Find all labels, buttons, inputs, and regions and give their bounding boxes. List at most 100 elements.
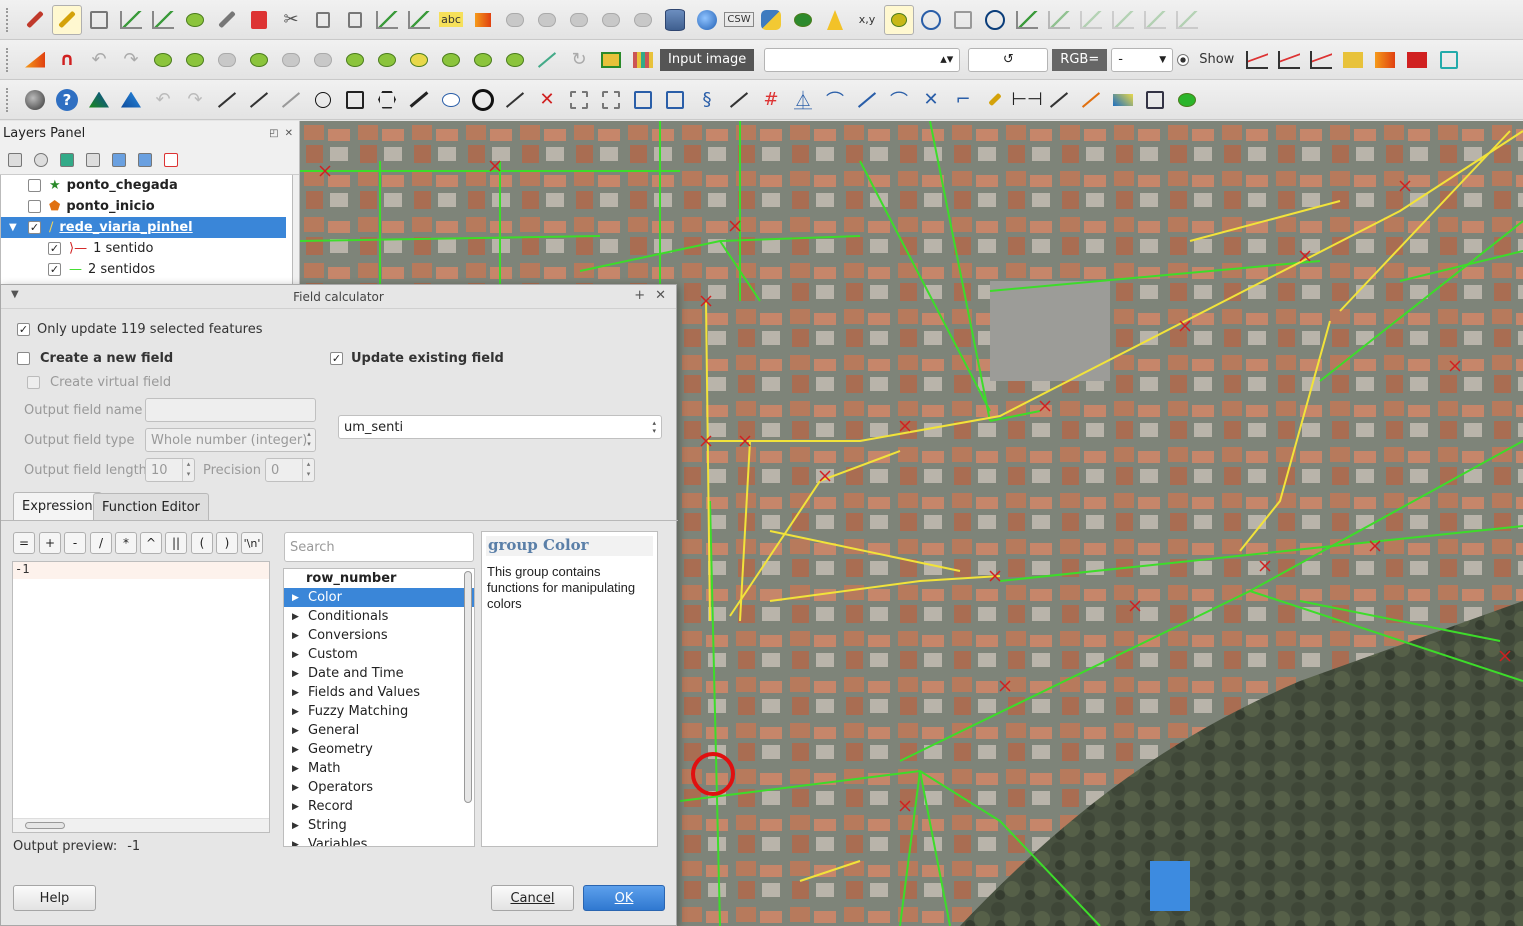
expand-arrow-icon[interactable]: ▶: [292, 593, 308, 603]
rotate-symbol-icon[interactable]: [500, 45, 530, 75]
label-edit-icon[interactable]: [628, 5, 658, 35]
redo-grey-icon[interactable]: ↷: [180, 85, 210, 115]
remove-layer-icon[interactable]: [164, 152, 178, 167]
tab-function-editor[interactable]: Function Editor: [93, 493, 209, 520]
tree-item-variables[interactable]: ▶ Variables: [284, 835, 474, 847]
layer-row-rede-viaria[interactable]: ▼ ✓ ∕ rede_viaria_pinhel: [1, 217, 286, 238]
image-combo[interactable]: ▴▾: [764, 47, 961, 72]
undo-icon[interactable]: ↶: [84, 45, 114, 75]
tree-item-operators[interactable]: ▶ Operators: [284, 778, 474, 797]
tree-item-record[interactable]: ▶ Record: [284, 797, 474, 816]
label-change-icon[interactable]: [596, 5, 626, 35]
tool-icon-6[interactable]: [1172, 5, 1202, 35]
corner-icon[interactable]: ⌐: [948, 85, 978, 115]
function-tree[interactable]: row_number ▶ Color ▶ Conditionals ▶ Convers…: [283, 568, 475, 847]
toggle-editing-icon[interactable]: [52, 4, 82, 35]
measure-icon[interactable]: ⊢⊣: [1011, 85, 1042, 115]
layer-row-ponto-chegada[interactable]: ★ ponto_chegada: [1, 175, 292, 196]
add-feature-icon[interactable]: [148, 5, 178, 35]
tree-item-general[interactable]: ▶ General: [284, 721, 474, 740]
copy-features-icon[interactable]: [308, 5, 338, 35]
move-feature-icon[interactable]: [180, 5, 210, 35]
reshape-icon[interactable]: [308, 45, 338, 75]
tree-scrollbar[interactable]: [464, 571, 472, 803]
label-tool2-icon[interactable]: [404, 5, 434, 35]
node-tool-icon[interactable]: [212, 5, 242, 35]
tree-item-conversions[interactable]: ▶ Conversions: [284, 626, 474, 645]
expand-arrow-icon[interactable]: ▶: [292, 612, 308, 622]
expand-arrow-icon[interactable]: ▶: [292, 669, 308, 679]
op-equals-button[interactable]: =: [13, 532, 35, 554]
save-edits-icon[interactable]: [84, 5, 114, 35]
tool-icon-1[interactable]: [1012, 5, 1042, 35]
collapse-all-icon[interactable]: [138, 152, 152, 167]
profile-icon-2[interactable]: [1274, 45, 1304, 75]
layer-row-ponto-inicio[interactable]: ⬟ ponto_inicio: [1, 196, 292, 217]
move-icon[interactable]: [564, 85, 594, 115]
tree-item-geometry[interactable]: ▶ Geometry: [284, 740, 474, 759]
update-existing-checkbox[interactable]: ✓: [330, 352, 343, 365]
csw-icon[interactable]: CSW: [724, 5, 754, 35]
cancel-button[interactable]: Cancel: [491, 885, 574, 911]
tool-icon-4[interactable]: [1108, 5, 1138, 35]
eraser-icon[interactable]: [1108, 85, 1138, 115]
expand-arrow-icon[interactable]: ▶: [292, 764, 308, 774]
op-minus-button[interactable]: -: [64, 532, 86, 554]
maximize-icon[interactable]: +: [634, 288, 645, 303]
globe-icon[interactable]: [692, 5, 722, 35]
fillet-icon[interactable]: ✕: [916, 85, 946, 115]
label-rotate-icon[interactable]: [564, 5, 594, 35]
tab-expression[interactable]: Expression: [13, 492, 102, 520]
edit-orange-icon[interactable]: [1076, 85, 1106, 115]
scale-icon[interactable]: [628, 85, 658, 115]
tree-item-conditionals[interactable]: ▶ Conditionals: [284, 607, 474, 626]
mirror-icon[interactable]: ⏅: [788, 85, 818, 115]
segment-icon[interactable]: [852, 85, 882, 115]
close-icon[interactable]: ✕: [285, 128, 293, 139]
op-power-button[interactable]: ^: [140, 532, 162, 554]
tool-icon-2[interactable]: [1044, 5, 1074, 35]
label-pin-icon[interactable]: [468, 5, 498, 35]
visibility-icon[interactable]: [34, 152, 48, 167]
paste-features-icon[interactable]: [340, 5, 370, 35]
arc2-icon[interactable]: ⌒: [884, 85, 914, 115]
tree-item-date-time[interactable]: ▶ Date and Time: [284, 664, 474, 683]
network-icon[interactable]: [948, 5, 978, 35]
current-edits-icon[interactable]: [20, 5, 50, 35]
refresh-button[interactable]: ↺: [968, 47, 1049, 72]
op-divide-button[interactable]: /: [90, 532, 112, 554]
expand-arrow-icon[interactable]: ▶: [292, 840, 308, 847]
add-part-icon[interactable]: [180, 45, 210, 75]
grid-icon[interactable]: [1434, 45, 1464, 75]
expression-editor[interactable]: -1: [12, 561, 270, 833]
arrow-red-icon[interactable]: [1402, 45, 1432, 75]
tree-item-fields-values[interactable]: ▶ Fields and Values: [284, 683, 474, 702]
pencil-icon[interactable]: [404, 85, 434, 115]
show-radio[interactable]: [1175, 45, 1191, 75]
expand-arrow-icon[interactable]: ▶: [292, 802, 308, 812]
merge-icon[interactable]: [404, 45, 434, 75]
arrow-right-icon[interactable]: [1370, 45, 1400, 75]
rgb-combo[interactable]: - ▼: [1111, 47, 1174, 72]
layer-checkbox[interactable]: ✓: [28, 221, 41, 234]
curve-icon[interactable]: [276, 85, 306, 115]
gps-icon[interactable]: [1140, 85, 1170, 115]
digitize-blue-icon[interactable]: [116, 85, 146, 115]
add-ring-icon[interactable]: [148, 45, 178, 75]
delete-red-icon[interactable]: ✕: [532, 85, 562, 115]
label-show-icon[interactable]: [500, 5, 530, 35]
polygon-icon[interactable]: [372, 85, 402, 115]
rect-icon[interactable]: [340, 85, 370, 115]
label-abc-icon[interactable]: abc: [436, 5, 466, 35]
tree-item-custom[interactable]: ▶ Custom: [284, 645, 474, 664]
database-icon[interactable]: [660, 5, 690, 35]
op-concat-button[interactable]: ||: [165, 532, 187, 554]
line-tool-icon[interactable]: [212, 85, 242, 115]
sublayer-checkbox[interactable]: ✓: [48, 263, 61, 276]
raster-icon[interactable]: [596, 45, 626, 75]
delete-part-icon[interactable]: [276, 45, 306, 75]
delete-selected-icon[interactable]: [244, 5, 274, 35]
close-dialog-icon[interactable]: ✕: [655, 288, 666, 303]
python-icon[interactable]: [756, 5, 786, 35]
tree-item-fuzzy[interactable]: ▶ Fuzzy Matching: [284, 702, 474, 721]
